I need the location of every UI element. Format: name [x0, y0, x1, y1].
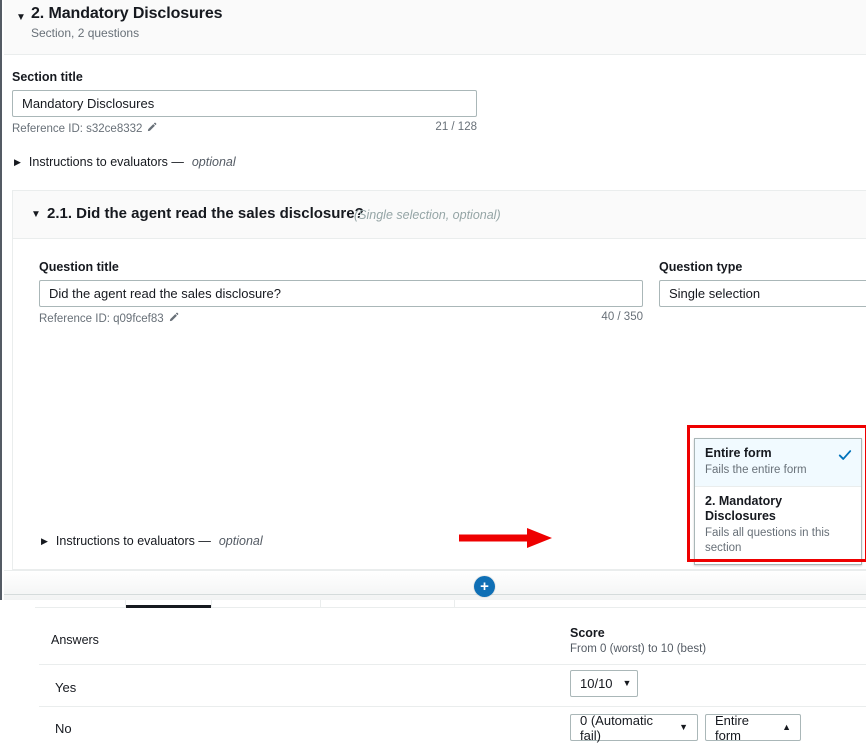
- section-instructions-label: Instructions to evaluators —: [29, 155, 184, 169]
- add-question-button[interactable]: +: [474, 576, 495, 597]
- dropdown-option-label: 2. Mandatory Disclosures: [705, 494, 851, 525]
- question-instructions-label: Instructions to evaluators —: [56, 534, 211, 548]
- fail-scope-value: Entire form: [715, 713, 772, 743]
- score-dropdown-yes-value: 10/10: [580, 676, 613, 691]
- question-instructions-expandable[interactable]: ▶ Instructions to evaluators — optional: [41, 534, 263, 548]
- score-column-header: Score: [570, 626, 605, 640]
- chevron-down-icon: ▼: [623, 679, 632, 688]
- dropdown-option-entire-form[interactable]: Entire form Fails the entire form: [695, 439, 861, 486]
- question-reference-id: Reference ID: q09fcef83: [39, 311, 179, 325]
- row-divider: [39, 664, 866, 665]
- chevron-up-icon: ▲: [782, 723, 791, 732]
- section-subheading: Section, 2 questions: [31, 26, 139, 40]
- section-instructions-expandable[interactable]: ▶ Instructions to evaluators — optional: [14, 155, 236, 169]
- section-card: ▼ 2. Mandatory Disclosures Section, 2 qu…: [0, 0, 866, 600]
- answers-column-header: Answers: [51, 633, 99, 647]
- question-type-select[interactable]: Single selection: [659, 280, 866, 307]
- question-type-label: Question type: [659, 260, 742, 274]
- edit-pencil-icon[interactable]: [168, 312, 179, 326]
- section-reference-row: Reference ID: s32ce8332 21 / 128: [12, 121, 477, 137]
- score-dropdown-no-value: 0 (Automatic fail): [580, 713, 669, 743]
- expand-caret-right-icon[interactable]: ▶: [14, 158, 21, 167]
- dropdown-option-description: Fails the entire form: [705, 463, 851, 478]
- score-dropdown-yes[interactable]: 10/10 ▼: [570, 670, 638, 697]
- row-divider: [39, 706, 866, 707]
- section-collapse-caret-down-icon[interactable]: ▼: [16, 13, 26, 23]
- card-footer: [4, 570, 866, 600]
- section-instructions-optional: optional: [192, 155, 236, 169]
- section-reference-id-text: Reference ID: s32ce8332: [12, 123, 142, 135]
- answer-label-yes: Yes: [55, 680, 76, 695]
- dropdown-option-label: Entire form: [705, 446, 851, 462]
- footer-divider: [4, 594, 866, 595]
- score-column-subtext: From 0 (worst) to 10 (best): [570, 643, 706, 655]
- question-title-char-count: 40 / 350: [601, 311, 643, 323]
- question-reference-id-text: Reference ID: q09fcef83: [39, 313, 164, 325]
- question-instructions-optional: optional: [219, 534, 263, 548]
- section-title-input[interactable]: [12, 90, 477, 117]
- section-title-label: Section title: [12, 70, 83, 84]
- scoring-table: Answers Score From 0 (worst) to 10 (best…: [13, 618, 866, 743]
- section-title-char-count: 21 / 128: [435, 121, 477, 133]
- question-heading: 2.1. Did the agent read the sales disclo…: [47, 205, 364, 222]
- section-heading: 2. Mandatory Disclosures: [31, 5, 222, 23]
- fail-scope-dropdown-menu[interactable]: Entire form Fails the entire form 2. Man…: [694, 438, 862, 565]
- edit-pencil-icon[interactable]: [146, 122, 157, 136]
- fail-scope-dropdown-button[interactable]: Entire form ▲: [705, 714, 801, 741]
- answer-label-no: No: [55, 721, 72, 736]
- expand-caret-right-icon[interactable]: ▶: [41, 537, 48, 546]
- section-header: ▼ 2. Mandatory Disclosures Section, 2 qu…: [4, 0, 866, 55]
- dropdown-option-mandatory-disclosures[interactable]: 2. Mandatory Disclosures Fails all quest…: [695, 487, 861, 564]
- check-icon: [838, 448, 852, 465]
- question-title-input[interactable]: [39, 280, 643, 307]
- question-collapse-caret-down-icon[interactable]: ▼: [31, 210, 41, 220]
- chevron-down-icon: ▼: [679, 723, 688, 732]
- question-reference-row: Reference ID: q09fcef83 40 / 350: [39, 311, 643, 327]
- question-type-hint: (Single selection, optional): [354, 208, 501, 222]
- score-dropdown-no[interactable]: 0 (Automatic fail) ▼: [570, 714, 698, 741]
- section-reference-id: Reference ID: s32ce8332: [12, 121, 157, 135]
- question-title-label: Question title: [39, 260, 119, 274]
- dropdown-option-description: Fails all questions in this section: [705, 526, 851, 556]
- question-header: ▼ 2.1. Did the agent read the sales disc…: [13, 191, 866, 239]
